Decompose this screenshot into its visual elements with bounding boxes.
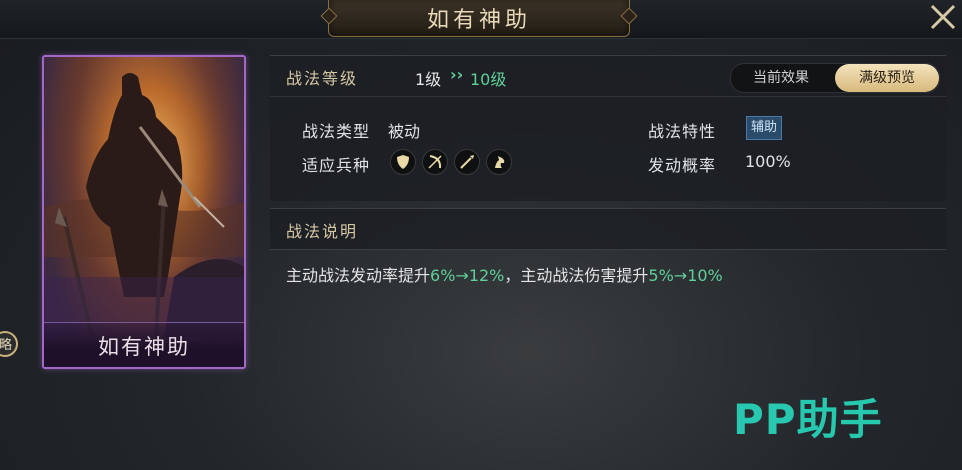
description-text: 主动战法发动率提升6%→12%，主动战法伤害提升5%→10% (286, 262, 723, 286)
type-value: 被动 (388, 122, 421, 141)
title-plate: 如有神助 (328, 0, 630, 37)
desc-v2-to: 10% (687, 266, 723, 285)
rate-value: 100% (745, 152, 791, 171)
trait-badge: 辅助 (746, 116, 783, 140)
max-preview-tab[interactable]: 满级预览 (835, 64, 939, 92)
warrior-art (44, 57, 244, 367)
arrow-icon: → (455, 266, 469, 285)
watermark: PP助手 (733, 395, 883, 444)
trait-label: 战法特性 (648, 122, 717, 141)
card-name: 如有神助 (98, 335, 190, 359)
desc-part-1: 主动战法发动率提升 (286, 266, 431, 285)
bow-icon (422, 149, 448, 175)
double-chevron-icon: ›› (450, 65, 464, 84)
close-icon (930, 4, 956, 30)
horse-icon (486, 149, 512, 175)
type-label: 战法类型 (302, 122, 371, 141)
close-button[interactable] (926, 0, 960, 34)
page-title: 如有神助 (426, 8, 531, 33)
level-max: 10级 (470, 70, 507, 89)
desc-v1-to: 12% (468, 266, 505, 285)
level-current: 1级 (415, 70, 442, 89)
shield-icon (390, 149, 416, 175)
troops-label: 适应兵种 (302, 156, 371, 175)
desc-part-2: ，主动战法伤害提升 (504, 266, 649, 285)
skill-card: 如有神助 (42, 55, 246, 369)
description-title: 战法说明 (286, 222, 359, 241)
top-bar: 如有神助 (0, 0, 962, 39)
side-badge[interactable]: 略 (0, 331, 18, 357)
spear-icon (454, 149, 480, 175)
card-name-bar: 如有神助 (44, 322, 244, 367)
description-header: 战法说明 (270, 208, 946, 250)
skill-info-panel: 战法等级 1级 ›› 10级 当前效果 满级预览 战法类型 被动 战法特性 辅助… (270, 55, 946, 201)
preview-toggle[interactable]: 当前效果 满级预览 (730, 63, 940, 93)
desc-v1-from: 6% (430, 266, 456, 285)
rate-label: 发动概率 (648, 156, 717, 175)
level-row: 战法等级 1级 ›› 10级 当前效果 满级预览 (270, 56, 946, 97)
current-effect-tab[interactable]: 当前效果 (731, 64, 831, 92)
desc-v2-from: 5% (648, 266, 674, 285)
arrow-icon: → (673, 266, 688, 285)
level-label: 战法等级 (286, 69, 359, 88)
